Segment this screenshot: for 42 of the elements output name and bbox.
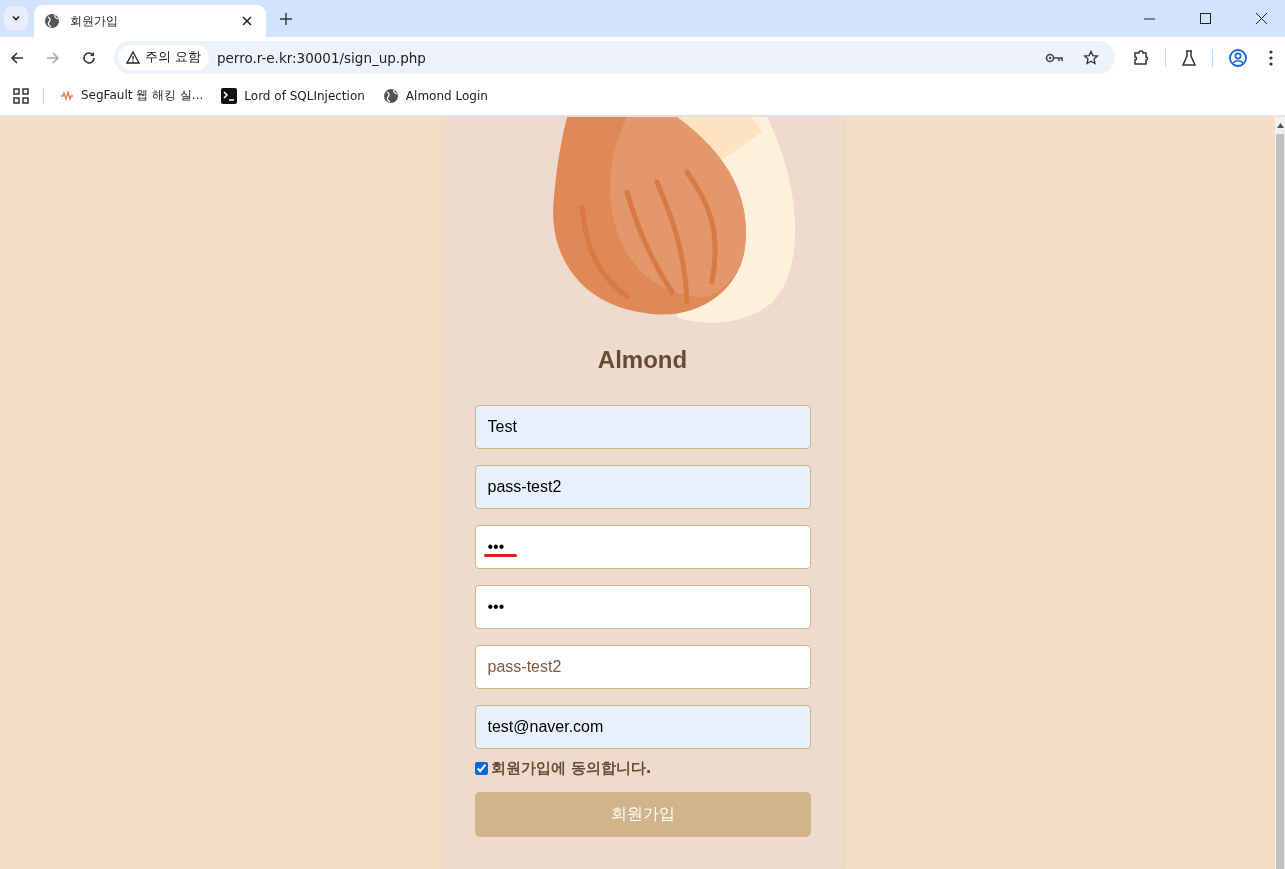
terminal-icon [221, 87, 238, 104]
input-field[interactable]: Test [474, 405, 811, 449]
scroll-up-arrow-icon[interactable] [1276, 123, 1284, 128]
close-icon[interactable] [1256, 13, 1267, 24]
browser-tab[interactable]: 회원가입 [34, 5, 266, 37]
security-warning-text: 주의 요함 [145, 49, 201, 66]
key-icon[interactable] [1045, 52, 1063, 63]
maximize-icon[interactable] [1200, 13, 1211, 24]
input-field[interactable]: ••• [474, 585, 811, 629]
address-bar[interactable]: 주의 요함 perro.r-e.kr:30001/sign_up.php [114, 41, 1115, 74]
scrollbar-thumb[interactable] [1276, 134, 1284, 869]
apps-grid-icon[interactable] [13, 87, 29, 104]
scrollbar[interactable] [1275, 117, 1285, 869]
close-tab-icon[interactable] [242, 16, 252, 26]
puzzle-icon[interactable] [1133, 49, 1149, 66]
agree-checkbox[interactable] [474, 762, 488, 775]
security-warning-chip[interactable]: 주의 요함 [118, 45, 209, 70]
warning-icon [126, 51, 140, 64]
new-tab-icon[interactable] [280, 13, 292, 25]
globe-icon [382, 87, 399, 104]
agree-label: 회원가입에 동의합니다. [490, 759, 652, 778]
reload-icon[interactable] [82, 50, 96, 65]
globe-icon [44, 13, 60, 29]
bookmark[interactable]: Lord of SQLInjection [221, 87, 365, 104]
url-text: perro.r-e.kr:30001/sign_up.php [217, 49, 427, 66]
chevron-down-icon [11, 13, 21, 23]
back-arrow-icon[interactable] [10, 50, 24, 65]
star-icon[interactable] [1083, 49, 1099, 66]
menu-icon[interactable] [1269, 49, 1273, 66]
app-title: Almond [597, 346, 688, 375]
bookmark[interactable]: Almond Login [382, 87, 488, 104]
input-field[interactable]: pass-test2 [474, 645, 811, 689]
waveform-icon [60, 90, 74, 101]
bookmark-label: Almond Login [405, 88, 488, 103]
input-field[interactable]: pass-test2 [474, 465, 811, 509]
input-field[interactable]: ••• [474, 525, 811, 569]
input-field[interactable]: test@naver.com [474, 705, 811, 749]
bookmark-label: Lord of SQLInjection [244, 88, 365, 103]
profile-icon[interactable] [1229, 48, 1247, 67]
flask-icon[interactable] [1182, 49, 1196, 66]
tab-search-button[interactable] [4, 6, 28, 30]
tab-title: 회원가입 [70, 12, 119, 30]
